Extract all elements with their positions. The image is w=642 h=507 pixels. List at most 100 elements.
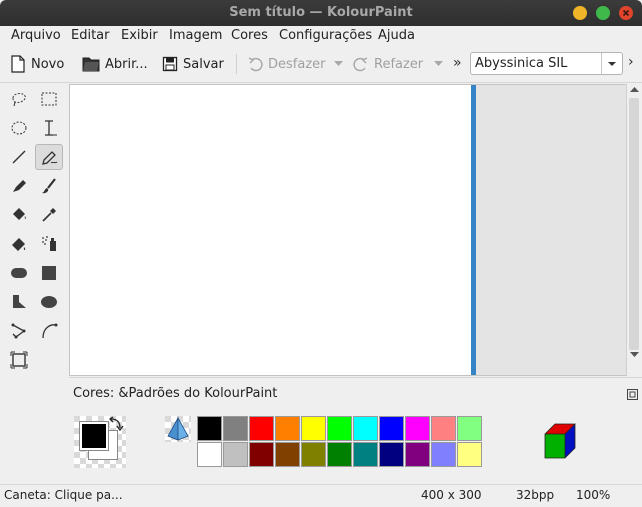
color-swatch[interactable]	[223, 442, 248, 467]
color-swatch[interactable]	[327, 442, 352, 467]
tool-box	[0, 84, 68, 484]
menu-configuracoes[interactable]: Configurações	[279, 28, 372, 43]
undo-icon	[248, 57, 263, 72]
toolbar-separator	[236, 54, 237, 74]
color-swatch[interactable]	[223, 416, 248, 441]
foreground-color[interactable]	[79, 421, 109, 451]
color-swatch[interactable]	[431, 416, 456, 441]
color-swatch[interactable]	[353, 416, 378, 441]
canvas-viewport	[69, 84, 627, 376]
color-swatch[interactable]	[301, 416, 326, 441]
menu-cores[interactable]: Cores	[231, 28, 268, 43]
menu-arquivo[interactable]: Arquivo	[11, 28, 61, 43]
menu-imagem[interactable]: Imagem	[169, 28, 222, 43]
color-swatch[interactable]	[275, 442, 300, 467]
color-swatch[interactable]	[275, 416, 300, 441]
curve-icon	[42, 323, 58, 339]
save-label: Salvar	[183, 56, 224, 72]
font-family-value: Abyssinica SIL	[475, 56, 568, 71]
maximize-button[interactable]	[596, 6, 610, 20]
minimize-button[interactable]	[573, 6, 587, 20]
color-cube[interactable]	[543, 420, 583, 462]
zoom-tool[interactable]	[5, 347, 33, 373]
line-icon	[12, 150, 26, 164]
ellipse-tool[interactable]	[35, 289, 63, 315]
scroll-up-icon[interactable]	[630, 87, 639, 93]
paint-bucket-icon	[13, 208, 26, 220]
rounded-rect-icon	[11, 268, 27, 278]
color-swatch[interactable]	[379, 416, 404, 441]
rounded-rectangle-tool[interactable]	[5, 260, 33, 286]
undo-button[interactable]: Desfazer	[247, 54, 326, 74]
menu-exibir[interactable]: Exibir	[121, 28, 158, 43]
chevron-down-icon	[608, 62, 616, 66]
toolbar-overflow[interactable]: »	[453, 55, 462, 71]
canvas-resize-handle[interactable]	[471, 85, 476, 375]
color-swatch[interactable]	[249, 416, 274, 441]
folder-open-icon	[82, 57, 100, 72]
status-zoom: 100%	[576, 488, 611, 502]
transparent-color-button[interactable]	[165, 416, 191, 442]
color-swatch[interactable]	[457, 442, 482, 467]
scroll-down-icon[interactable]	[630, 352, 639, 358]
rectangular-selection-tool[interactable]	[35, 86, 63, 112]
redo-button[interactable]: Refazer	[353, 54, 423, 74]
rect-select-icon	[41, 92, 57, 106]
font-family-select[interactable]: Abyssinica SIL	[470, 52, 623, 75]
scrollbar-thumb[interactable]	[629, 98, 639, 350]
polygon-tool[interactable]	[5, 289, 33, 315]
new-document-icon	[11, 55, 25, 73]
redo-label: Refazer	[374, 56, 424, 72]
text-tool[interactable]	[35, 115, 63, 141]
status-bar: Caneta: Clique pa... 400 x 300 32bpp 100…	[0, 484, 642, 507]
pen-tool[interactable]	[35, 144, 63, 170]
polyline-icon	[11, 323, 26, 339]
color-eraser-icon	[12, 238, 26, 251]
curve-tool[interactable]	[35, 318, 63, 344]
close-button[interactable]	[619, 6, 633, 20]
marker-icon	[13, 180, 26, 192]
save-button[interactable]: Salvar	[162, 54, 224, 74]
elliptical-selection-tool[interactable]	[5, 115, 33, 141]
connected-lines-tool[interactable]	[5, 318, 33, 344]
color-picker-tool[interactable]	[35, 202, 63, 228]
rectangle-icon	[42, 266, 56, 280]
new-button[interactable]: Novo	[10, 54, 64, 74]
spraycan-tool[interactable]	[35, 231, 63, 257]
brush-tool[interactable]	[5, 173, 33, 199]
drawing-canvas[interactable]	[70, 85, 471, 375]
font-dropdown-button[interactable]	[601, 53, 622, 74]
rectangle-tool[interactable]	[35, 260, 63, 286]
color-swatch[interactable]	[327, 416, 352, 441]
color-swatch[interactable]	[431, 442, 456, 467]
color-swatch[interactable]	[197, 442, 222, 467]
brush-2-tool[interactable]	[35, 173, 63, 199]
color-swatch[interactable]	[353, 442, 378, 467]
free-form-selection-tool[interactable]	[5, 86, 33, 112]
color-swatch[interactable]	[249, 442, 274, 467]
menu-ajuda[interactable]: Ajuda	[378, 28, 415, 43]
open-button[interactable]: Abrir...	[82, 54, 148, 74]
spraycan-icon	[42, 236, 56, 251]
redo-icon	[353, 57, 368, 72]
flood-fill-tool[interactable]	[5, 202, 33, 228]
menu-editar[interactable]: Editar	[71, 28, 110, 43]
color-eraser-tool[interactable]	[5, 231, 33, 257]
vertical-scrollbar[interactable]	[626, 84, 642, 376]
color-swatch[interactable]	[379, 442, 404, 467]
color-palette-panel: Cores: &Padrões do KolourPaint	[69, 377, 642, 485]
redo-dropdown-icon[interactable]	[434, 61, 443, 67]
line-tool[interactable]	[5, 144, 33, 170]
ellipse-icon	[41, 296, 57, 308]
color-swatch[interactable]	[301, 442, 326, 467]
color-swatch[interactable]	[197, 416, 222, 441]
lasso-icon	[12, 93, 26, 107]
toolbar-right-overflow[interactable]: ›	[628, 54, 634, 70]
text-cursor-icon	[45, 120, 57, 136]
swap-colors-icon[interactable]	[107, 416, 125, 434]
undo-dropdown-icon[interactable]	[334, 61, 343, 67]
float-panel-icon[interactable]	[627, 389, 638, 400]
color-swatch[interactable]	[405, 416, 430, 441]
color-swatch[interactable]	[457, 416, 482, 441]
color-swatch[interactable]	[405, 442, 430, 467]
